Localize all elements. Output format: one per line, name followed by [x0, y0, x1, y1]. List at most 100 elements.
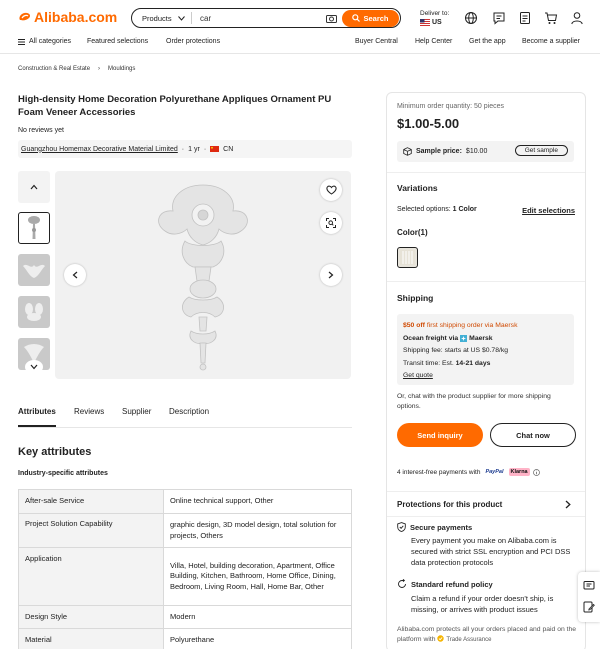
- nav-order-protections[interactable]: Order protections: [166, 38, 220, 45]
- next-image-button[interactable]: [320, 264, 342, 286]
- protections-row[interactable]: Protections for this product: [387, 491, 585, 517]
- table-row: Application Villa, Hotel, building decor…: [18, 547, 352, 606]
- get-sample-button[interactable]: Get sample: [514, 145, 568, 156]
- shipping-heading: Shipping: [397, 293, 434, 303]
- maersk-star-icon: [460, 335, 468, 343]
- messages-icon[interactable]: [492, 11, 506, 25]
- supplier-name-link[interactable]: Guangzhou Homemax Decorative Material Li…: [21, 146, 178, 153]
- nav-become-supplier[interactable]: Become a supplier: [522, 38, 580, 45]
- selected-options-label: Selected options:: [397, 206, 451, 213]
- installment-payments: 4 interest-free payments with PayPal Kla…: [397, 468, 540, 476]
- secure-payments-label: Secure payments: [410, 522, 473, 532]
- image-search-button[interactable]: [320, 212, 342, 234]
- search-button[interactable]: Search: [342, 9, 399, 27]
- cart-icon[interactable]: [544, 11, 558, 25]
- deliver-label: Deliver to:: [420, 10, 450, 17]
- search-button-label: Search: [363, 13, 389, 23]
- deliver-country: US: [432, 19, 442, 26]
- top-nav: All categories Featured selections Order…: [0, 34, 600, 54]
- favorite-button[interactable]: [320, 179, 342, 201]
- table-row: Design Style Modern: [18, 605, 352, 629]
- klarna-badge: Klarna: [508, 468, 530, 476]
- divider: [387, 281, 585, 282]
- selected-options-value: 1 Color: [452, 206, 477, 213]
- tab-attributes[interactable]: Attributes: [18, 407, 56, 427]
- search-category-label: Products: [142, 13, 172, 23]
- feedback-icon[interactable]: [583, 580, 595, 592]
- all-categories-label: All categories: [29, 38, 72, 45]
- breadcrumb-separator: ›: [98, 66, 101, 72]
- color-label: Color(1): [397, 228, 428, 237]
- previous-image-button[interactable]: [64, 264, 86, 286]
- transit-days: 14-21 days: [455, 359, 491, 367]
- installments-text: 4 interest-free payments with: [397, 468, 481, 476]
- freight-method: Ocean freight via Maersk: [403, 333, 568, 346]
- thumbnail-image-selected[interactable]: [18, 212, 50, 244]
- orders-icon[interactable]: [518, 11, 532, 25]
- search-bar: Products Search: [131, 8, 401, 28]
- minimum-order-quantity: Minimum order quantity: 50 pieces: [397, 103, 504, 110]
- refund-policy-label: Standard refund policy: [411, 579, 493, 589]
- breadcrumb-item[interactable]: Construction & Real Estate: [18, 66, 90, 72]
- chat-now-button[interactable]: Chat now: [490, 423, 576, 447]
- search-category-select[interactable]: Products: [132, 12, 192, 24]
- attribute-value: Modern: [163, 605, 352, 629]
- tab-description[interactable]: Description: [169, 407, 209, 416]
- alibaba-logo[interactable]: Alibaba.com: [18, 9, 117, 25]
- variations-heading: Variations: [397, 183, 438, 193]
- industry-attributes-heading: Industry-specific attributes: [18, 470, 108, 477]
- search-icon: [352, 14, 361, 22]
- reviews-status: No reviews yet: [18, 127, 64, 134]
- product-tabs: Attributes Reviews Supplier Description: [18, 401, 352, 428]
- get-quote-link[interactable]: Get quote: [403, 372, 433, 379]
- info-icon[interactable]: [532, 468, 540, 476]
- chevron-down-icon: [30, 364, 38, 370]
- separator-dot: ·: [203, 145, 207, 153]
- edit-note-icon[interactable]: [583, 601, 595, 613]
- supplier-country: CN: [223, 145, 234, 153]
- attribute-value: graphic design, 3D model design, total s…: [163, 513, 352, 548]
- transit-label: Transit time: Est.: [403, 359, 454, 367]
- logo-text: Alibaba.com: [34, 9, 118, 25]
- alibaba-logo-icon: [19, 12, 31, 21]
- box-icon: [403, 147, 412, 156]
- thumbnail-image[interactable]: [18, 254, 50, 286]
- divider: [387, 172, 585, 173]
- supplier-bar: Guangzhou Homemax Decorative Material Li…: [18, 140, 352, 158]
- deliver-to[interactable]: Deliver to: US: [420, 9, 449, 27]
- globe-icon[interactable]: [464, 11, 478, 25]
- all-categories-menu[interactable]: All categories: [18, 38, 71, 45]
- thumbnail-image[interactable]: [18, 296, 50, 328]
- freight-label: Ocean freight via: [403, 334, 459, 342]
- edit-selections-link[interactable]: Edit selections: [522, 206, 575, 215]
- nav-help-center[interactable]: Help Center: [415, 38, 452, 45]
- search-input[interactable]: [192, 13, 326, 23]
- color-swatch[interactable]: [397, 247, 418, 268]
- thumbnail-scroll-down-button[interactable]: [25, 360, 43, 374]
- shipping-chat-note: Or, chat with the product supplier for m…: [397, 393, 551, 410]
- sample-price-label: Sample price:: [416, 148, 462, 155]
- trade-assurance-icon: [437, 635, 445, 642]
- camera-search-icon[interactable]: [326, 14, 342, 23]
- account-icon[interactable]: [570, 11, 584, 25]
- scan-icon: [326, 218, 336, 228]
- menu-icon: [18, 38, 25, 45]
- nav-featured-selections[interactable]: Featured selections: [87, 38, 148, 45]
- chevron-right-icon: [565, 500, 571, 509]
- attribute-key: Material: [18, 628, 164, 649]
- secure-payments-title: Secure payments: [397, 522, 472, 532]
- attribute-value: Villa, Hotel, building decoration, Apart…: [163, 547, 352, 606]
- us-flag-icon: [420, 19, 430, 26]
- send-inquiry-button[interactable]: Send inquiry: [397, 423, 483, 447]
- thumbnail-scroll-up-button[interactable]: [18, 171, 50, 203]
- nav-get-app[interactable]: Get the app: [469, 38, 506, 45]
- attribute-key: Design Style: [18, 605, 164, 629]
- ornament-image: [158, 184, 248, 371]
- main-product-image[interactable]: [55, 171, 351, 379]
- trade-assurance-label[interactable]: Trade Assurance: [446, 637, 491, 643]
- breadcrumb-item[interactable]: Mouldings: [108, 66, 135, 72]
- nav-buyer-central[interactable]: Buyer Central: [355, 38, 398, 45]
- tab-supplier[interactable]: Supplier: [122, 407, 151, 416]
- price-range: $1.00-5.00: [397, 116, 460, 131]
- tab-reviews[interactable]: Reviews: [74, 407, 104, 416]
